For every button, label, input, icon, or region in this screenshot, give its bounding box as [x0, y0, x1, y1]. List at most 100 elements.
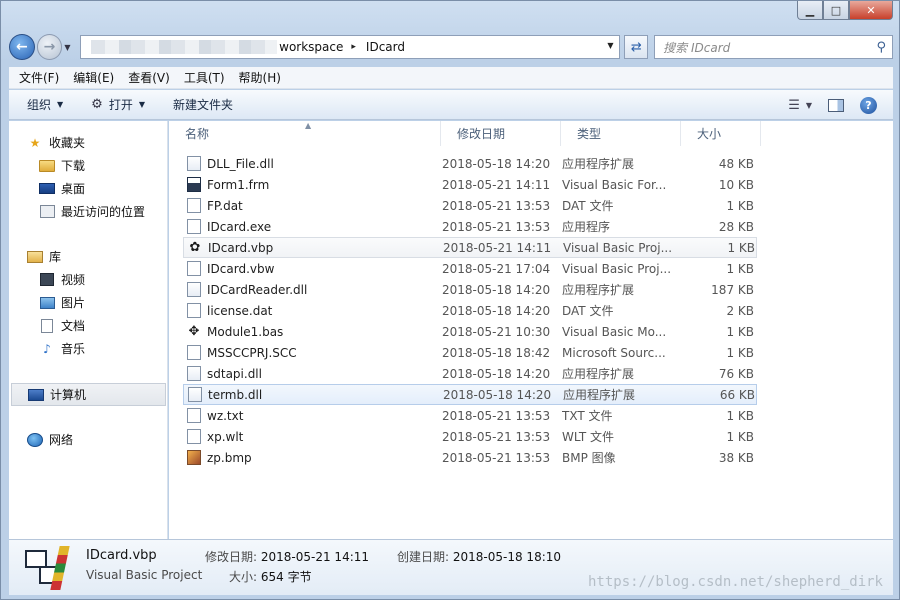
file-list-pane: 名称 修改日期 类型 大小 ▲ DLL_File.dll 2018-05-18 1… — [169, 121, 893, 539]
nav-label: 文档 — [61, 319, 86, 333]
menu-tools[interactable]: 工具(T) — [184, 69, 225, 86]
table-row[interactable]: Form1.frm 2018-05-21 14:11 Visual Basic Fo… — [183, 174, 757, 195]
file-size: 1 KB — [726, 345, 754, 360]
help-icon[interactable]: ? — [860, 96, 877, 114]
file-date: 2018-05-21 13:53 — [442, 198, 551, 213]
menu-bar: 文件(F) 编辑(E) 查看(V) 工具(T) 帮助(H) — [9, 67, 893, 89]
network-icon — [27, 432, 43, 447]
recent-pages-dropdown[interactable]: ▼ — [64, 43, 76, 52]
search-box[interactable]: 搜索 IDcard ⚲ — [654, 35, 893, 59]
nav-music[interactable]: ♪ 音乐 — [9, 337, 168, 360]
file-name-cell: FP.dat — [183, 198, 442, 213]
file-name-cell: IDcard.vbw — [183, 261, 442, 276]
table-row[interactable]: ✥ Module1.bas 2018-05-21 10:30 Visual Basic… — [183, 321, 757, 342]
open-app-icon: ⚙ — [91, 97, 103, 112]
created-value: 2018-05-18 18:10 — [452, 550, 562, 564]
change-view-button[interactable]: ☰ ▼ — [788, 98, 812, 113]
table-row[interactable]: license.dat 2018-05-18 14:20 DAT 文件 2 KB — [183, 300, 757, 321]
table-row[interactable]: termb.dll 2018-05-18 14:20 应用程序扩展 66 KB — [183, 384, 757, 405]
dll-file-icon — [187, 366, 201, 381]
refresh-icon: ⇄ — [630, 39, 642, 55]
file-file-icon — [187, 303, 201, 318]
file-name: zp.bmp — [207, 450, 252, 465]
file-name: IDcard.vbw — [207, 261, 275, 276]
nav-network[interactable]: 网络 — [9, 428, 168, 451]
file-name: Form1.frm — [207, 177, 270, 192]
file-name: FP.dat — [207, 198, 243, 213]
nav-documents[interactable]: 文档 — [9, 314, 168, 337]
table-row[interactable]: sdtapi.dll 2018-05-18 14:20 应用程序扩展 76 KB — [183, 363, 757, 384]
table-row[interactable]: xp.wlt 2018-05-21 13:53 WLT 文件 1 KB — [183, 426, 757, 447]
nav-label: 视频 — [61, 273, 86, 287]
nav-favorites[interactable]: ★ 收藏夹 — [9, 131, 168, 154]
dll-file-icon — [187, 282, 201, 297]
breadcrumb-workspace[interactable]: workspace — [279, 40, 343, 54]
table-row[interactable]: wz.txt 2018-05-21 13:53 TXT 文件 1 KB — [183, 405, 757, 426]
column-header-size[interactable]: 大小 — [681, 121, 761, 146]
table-row[interactable]: DLL_File.dll 2018-05-18 14:20 应用程序扩展 48 KB — [183, 153, 757, 174]
file-date: 2018-05-18 18:42 — [442, 345, 551, 360]
table-row[interactable]: MSSCCPRJ.SCC 2018-05-18 18:42 Microsoft So… — [183, 342, 757, 363]
organize-button[interactable]: 组织 ▼ — [27, 96, 63, 113]
breadcrumb-idcard[interactable]: IDcard — [366, 40, 405, 54]
search-input[interactable]: 搜索 IDcard — [663, 39, 730, 56]
breadcrumb-separator-icon[interactable]: ▸ — [351, 42, 356, 52]
nav-label: 网络 — [49, 433, 74, 447]
organize-label: 组织 — [27, 98, 52, 112]
table-row[interactable]: IDcard.vbw 2018-05-21 17:04 Visual Basic P… — [183, 258, 757, 279]
nav-downloads[interactable]: 下载 — [9, 154, 168, 177]
blurred-path — [91, 40, 278, 54]
forward-button[interactable]: → — [36, 34, 63, 60]
arrow-right-icon: → — [43, 39, 56, 55]
table-row[interactable]: ✿ IDcard.vbp 2018-05-21 14:11 Visual Basic … — [183, 237, 757, 258]
file-name: IDcard.vbp — [208, 240, 274, 255]
file-date: 2018-05-18 14:20 — [442, 303, 551, 318]
file-type: Visual Basic Proj... — [563, 240, 673, 255]
open-button[interactable]: ⚙ 打开 ▼ — [91, 96, 145, 113]
file-date: 2018-05-18 14:20 — [443, 387, 552, 402]
sort-ascending-icon: ▲ — [305, 121, 312, 130]
library-icon — [27, 250, 43, 263]
chevron-down-icon: ▼ — [138, 100, 145, 109]
watermark: https://blog.csdn.net/shepherd_dirk — [587, 574, 883, 590]
search-icon[interactable]: ⚲ — [876, 40, 886, 55]
refresh-button[interactable]: ⇄ — [624, 35, 649, 59]
file-name-cell: DLL_File.dll — [183, 156, 442, 171]
nav-desktop[interactable]: 桌面 — [9, 177, 168, 200]
minimize-button[interactable]: ▁ — [797, 1, 823, 20]
nav-recent-places[interactable]: 最近访问的位置 — [9, 200, 168, 223]
nav-computer[interactable]: 计算机 — [11, 383, 166, 406]
nav-label: 库 — [49, 250, 62, 264]
back-button[interactable]: ← — [9, 34, 35, 60]
menu-view[interactable]: 查看(V) — [128, 69, 170, 86]
address-bar[interactable]: workspace ▸ IDcard ▼ — [80, 35, 621, 59]
menu-edit[interactable]: 编辑(E) — [73, 69, 114, 86]
dll-file-icon — [188, 387, 202, 402]
nav-videos[interactable]: 视频 — [9, 268, 168, 291]
nav-pictures[interactable]: 图片 — [9, 291, 168, 314]
chevron-down-icon[interactable]: ▼ — [607, 41, 613, 50]
file-name-cell: zp.bmp — [183, 450, 442, 465]
nav-libraries[interactable]: 库 — [9, 245, 168, 268]
close-button[interactable]: ✕ — [849, 1, 893, 20]
table-row[interactable]: IDCardReader.dll 2018-05-18 14:20 应用程序扩展 18… — [183, 279, 757, 300]
file-name: DLL_File.dll — [207, 156, 274, 171]
file-name-cell: sdtapi.dll — [183, 366, 442, 381]
table-row[interactable]: IDcard.exe 2018-05-21 13:53 应用程序 28 KB — [183, 216, 757, 237]
file-type: 应用程序 — [562, 220, 611, 234]
file-date: 2018-05-21 13:53 — [442, 450, 551, 465]
maximize-button[interactable]: □ — [823, 1, 849, 20]
menu-file[interactable]: 文件(F) — [19, 69, 59, 86]
preview-pane-icon[interactable] — [828, 98, 844, 112]
explorer-window: ▁ □ ✕ ← → ▼ workspace ▸ IDcard ▼ ⇄ 搜索 ID… — [0, 0, 900, 600]
table-row[interactable]: zp.bmp 2018-05-21 13:53 BMP 图像 38 KB — [183, 447, 757, 468]
file-size: 1 KB — [726, 198, 754, 213]
menu-help[interactable]: 帮助(H) — [239, 69, 281, 86]
column-header-date[interactable]: 修改日期 — [441, 121, 561, 146]
recent-places-icon — [39, 205, 55, 218]
table-row[interactable]: FP.dat 2018-05-21 13:53 DAT 文件 1 KB — [183, 195, 757, 216]
file-date: 2018-05-21 13:53 — [442, 408, 551, 423]
file-size: 66 KB — [719, 387, 755, 402]
column-header-type[interactable]: 类型 — [561, 121, 681, 146]
new-folder-button[interactable]: 新建文件夹 — [173, 96, 233, 113]
